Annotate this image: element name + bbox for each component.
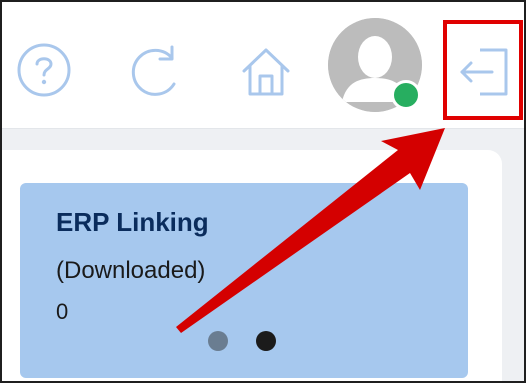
- logout-highlight-box: [443, 20, 523, 120]
- online-status-indicator: [391, 80, 421, 110]
- home-icon: [242, 48, 290, 96]
- help-button[interactable]: [16, 42, 72, 98]
- refresh-icon: [131, 45, 176, 96]
- question-circle-icon: [17, 43, 71, 97]
- card-title: ERP Linking: [56, 207, 209, 237]
- carousel-dot-1[interactable]: [208, 331, 228, 351]
- home-button[interactable]: [238, 44, 294, 100]
- card-count: 0: [56, 299, 69, 324]
- card-subtitle: (Downloaded): [56, 257, 206, 284]
- carousel-dot-2-active[interactable]: [256, 331, 276, 351]
- refresh-button[interactable]: [128, 44, 182, 98]
